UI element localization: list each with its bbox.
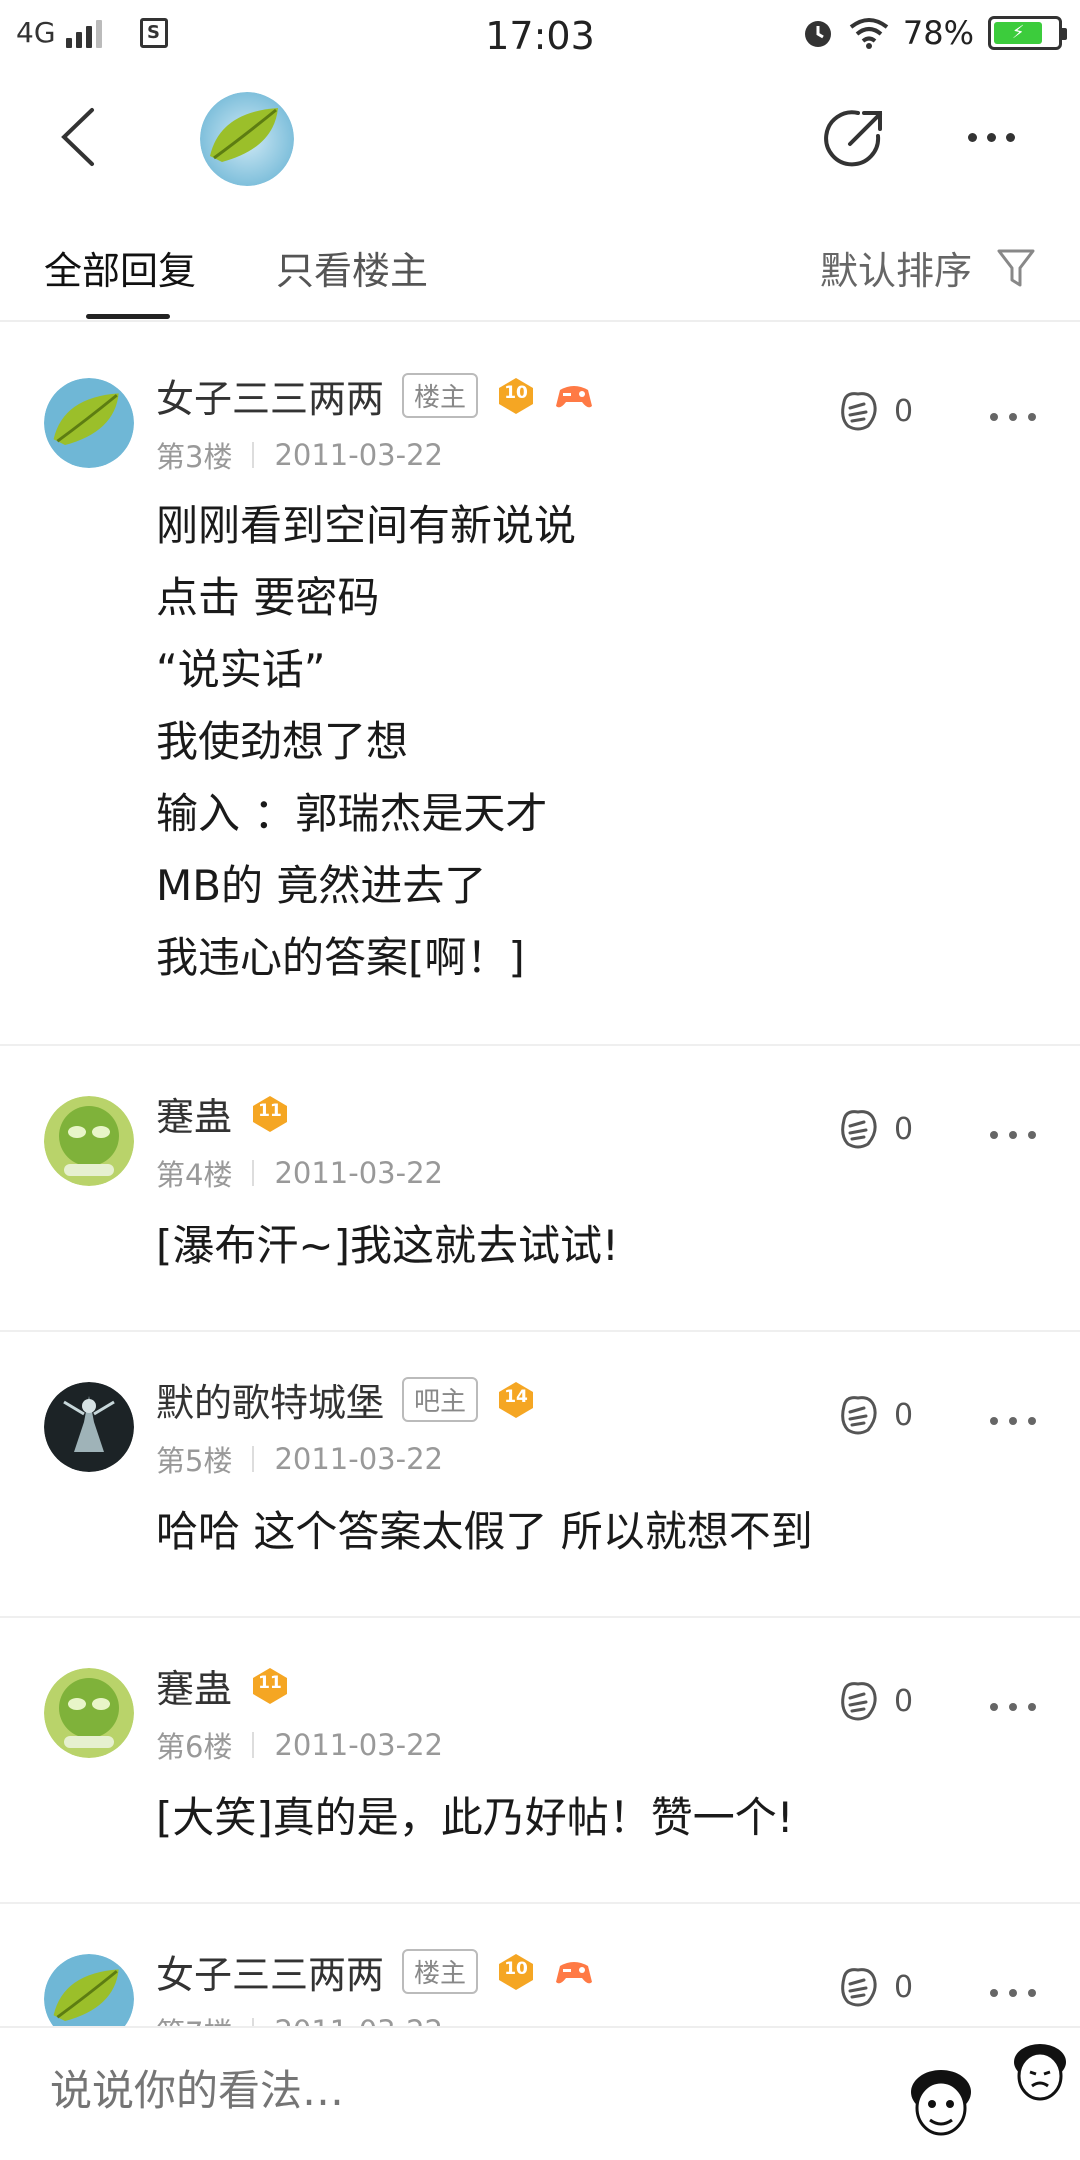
post-content: 刚刚看到空间有新说说 点击 要密码 “说实话” 我使劲想了想 输入 ：郭瑞杰是天… <box>156 501 577 982</box>
meme-face-icon <box>1014 2044 1066 2101</box>
comment-bar <box>0 2026 1080 2160</box>
avatar[interactable] <box>44 1954 134 2026</box>
post-date: 2011-03-22 <box>274 1728 443 1762</box>
reply-floor-6: 蹇蛊 11 第6楼 2011-03-22 0 [大笑]真的是，此乃好帖！赞一个! <box>0 1618 1080 1904</box>
reply-floor-3: 女子三三两两 楼主 10 第3楼 2011-03-22 0 刚刚看到空间有新说说… <box>0 328 1080 1046</box>
back-button[interactable] <box>44 102 114 172</box>
post-date: 2011-03-22 <box>274 1156 443 1190</box>
more-options-button[interactable] <box>956 102 1026 172</box>
like-count: 0 <box>894 1969 914 2005</box>
post-more-button[interactable] <box>990 1697 1036 1717</box>
post-more-button[interactable] <box>990 407 1036 427</box>
username[interactable]: 女子三三两两 <box>156 1944 384 1999</box>
like-button[interactable]: 0 <box>836 1678 913 1724</box>
status-bar: 4G S 17:03 78% ⚡ <box>0 0 1080 72</box>
alarm-icon <box>804 21 831 47</box>
sort-button[interactable]: 默认排序 <box>820 240 1036 295</box>
level-badge: 11 <box>250 1094 290 1134</box>
post-date: 2011-03-22 <box>274 438 443 472</box>
like-button[interactable]: 0 <box>836 388 913 434</box>
emoji-button[interactable] <box>1004 2036 1076 2108</box>
owner-badge: 楼主 <box>402 1949 479 1994</box>
like-hand-icon <box>841 1110 877 1149</box>
sticker-button[interactable] <box>900 2062 982 2144</box>
comment-input[interactable] <box>50 2066 850 2115</box>
post-content: 哈哈 这个答案太假了 所以就想不到 <box>156 1507 813 1556</box>
username[interactable]: 蹇蛊 <box>156 1086 232 1141</box>
reply-tabs: 全部回复 只看楼主 默认排序 <box>0 222 1080 322</box>
like-button[interactable]: 0 <box>836 1392 913 1438</box>
meme-face-icon <box>911 2070 971 2136</box>
username[interactable]: 女子三三两两 <box>156 368 384 423</box>
share-icon <box>824 110 882 167</box>
post-more-button[interactable] <box>990 1983 1036 2003</box>
sort-label: 默认排序 <box>819 249 972 293</box>
reply-floor-5: 默的歌特城堡 吧主 14 第5楼 2011-03-22 0 哈哈 这个答案太假了… <box>0 1332 1080 1618</box>
battery-icon: ⚡ <box>988 16 1067 50</box>
header <box>0 72 1080 202</box>
post-content: [大笑]真的是，此乃好帖！赞一个! <box>156 1793 794 1842</box>
post-content: [瀑布汗~]我这就去试试! <box>156 1221 619 1270</box>
post-more-button[interactable] <box>990 1125 1036 1145</box>
like-count: 0 <box>894 1111 914 1147</box>
level-badge: 10 <box>496 1952 536 1992</box>
avatar[interactable] <box>44 1096 134 1186</box>
like-count: 0 <box>894 393 914 429</box>
level-badge: 10 <box>496 376 536 416</box>
floor-number: 第5楼 <box>156 1444 233 1478</box>
like-button[interactable]: 0 <box>836 1964 913 2010</box>
username[interactable]: 蹇蛊 <box>156 1658 232 1713</box>
avatar[interactable] <box>44 1668 134 1758</box>
share-button[interactable] <box>820 104 890 174</box>
avatar[interactable] <box>44 1382 134 1472</box>
floor-number: 第4楼 <box>156 1158 233 1192</box>
like-hand-icon <box>841 1396 877 1435</box>
wifi-icon <box>849 18 889 49</box>
level-badge: 14 <box>496 1380 536 1420</box>
owner-badge: 楼主 <box>402 373 479 418</box>
floor-number: 第6楼 <box>156 1730 233 1764</box>
chevron-left-icon <box>61 108 94 166</box>
like-hand-icon <box>841 1682 877 1721</box>
active-tab-indicator <box>86 314 170 319</box>
gamepad-icon <box>556 385 593 407</box>
avatar[interactable] <box>44 378 134 468</box>
forum-avatar[interactable] <box>200 92 294 186</box>
like-count: 0 <box>894 1683 914 1719</box>
like-hand-icon <box>841 392 877 431</box>
moderator-badge: 吧主 <box>402 1377 479 1422</box>
floor-number: 第7楼 <box>156 2010 232 2026</box>
level-badge: 11 <box>250 1666 290 1706</box>
tab-all-replies[interactable]: 全部回复 <box>44 240 196 295</box>
like-count: 0 <box>894 1397 914 1433</box>
battery-percent: 78% <box>902 14 974 52</box>
reply-floor-4: 蹇蛊 11 第4楼 2011-03-22 0 [瀑布汗~]我这就去试试! <box>0 1046 1080 1332</box>
post-date: 2011-03-22 <box>274 1442 443 1476</box>
reply-floor-7: 女子三三两两 楼主 10 第7楼 2011-03-22 0 <box>0 1904 1080 2026</box>
like-button[interactable]: 0 <box>836 1106 913 1152</box>
floor-number: 第3楼 <box>156 440 233 474</box>
like-hand-icon <box>841 1968 877 2007</box>
filter-icon <box>997 249 1035 286</box>
username[interactable]: 默的歌特城堡 <box>156 1372 384 1427</box>
post-more-button[interactable] <box>990 1411 1036 1431</box>
tab-owner-only[interactable]: 只看楼主 <box>276 240 428 295</box>
post-date: 2011-03-22 <box>274 2014 443 2026</box>
gamepad-icon <box>556 1961 593 1983</box>
